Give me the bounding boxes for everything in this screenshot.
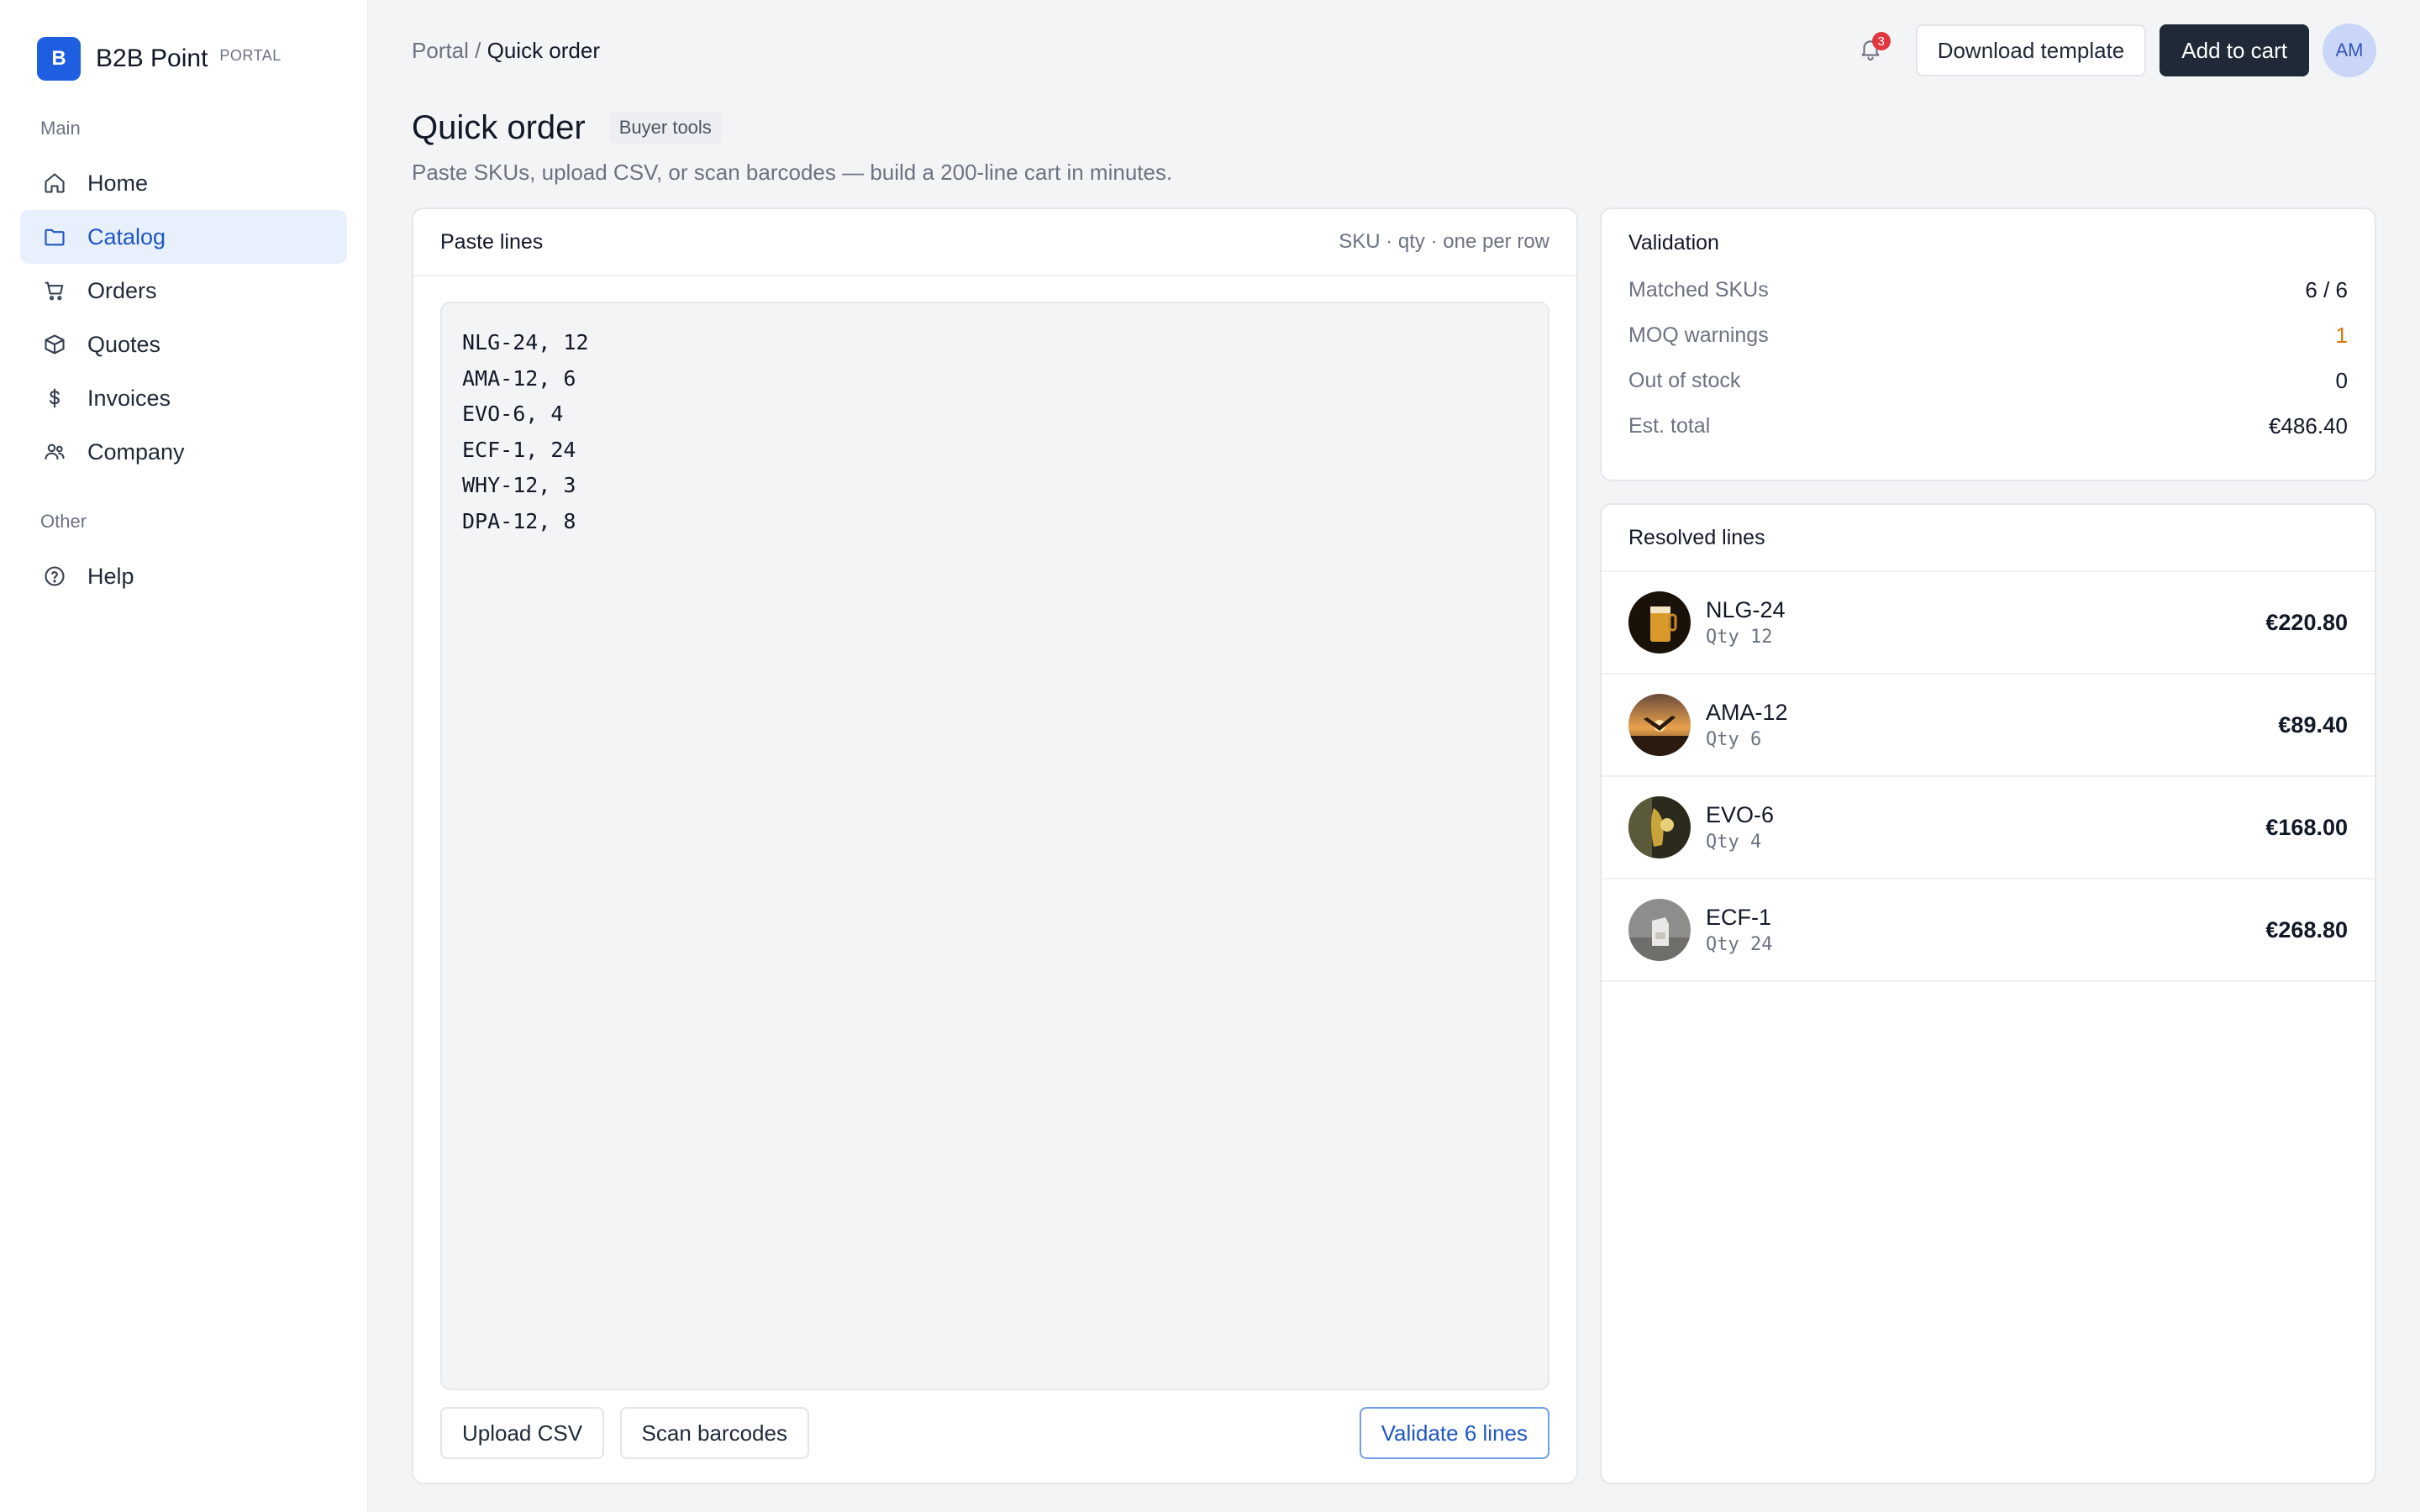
box-icon xyxy=(42,332,67,357)
line-sku: NLG-24 xyxy=(1706,597,1786,622)
nav-section-other: Other xyxy=(40,511,87,532)
paste-lines-card: Paste lines SKU · qty · one per row NLG-… xyxy=(412,207,1578,1484)
validation-label: Out of stock xyxy=(1628,368,1741,392)
validation-title: Validation xyxy=(1628,231,1719,255)
brand-logo: B xyxy=(37,37,81,81)
sidebar-item-label: Catalog xyxy=(87,223,166,249)
resolved-lines-title: Resolved lines xyxy=(1628,525,1765,549)
sidebar-item-orders[interactable]: Orders xyxy=(20,264,347,318)
validate-lines-button[interactable]: Validate 6 lines xyxy=(1359,1407,1549,1459)
line-price: €168.00 xyxy=(2265,814,2348,840)
product-thumbnail xyxy=(1628,591,1691,654)
line-sku: AMA-12 xyxy=(1706,700,1788,725)
sidebar-item-label: Help xyxy=(87,563,134,589)
paste-line: ECF-1, 24 xyxy=(462,437,576,462)
list-item[interactable]: EVO-6 Qty 4 €168.00 xyxy=(1602,777,2375,879)
paste-line: EVO-6, 4 xyxy=(462,402,564,426)
notifications-button[interactable]: 3 xyxy=(1850,30,1891,71)
download-template-button[interactable]: Download template xyxy=(1915,24,2147,76)
validation-card: Validation Matched SKUs 6 / 6 MOQ warnin… xyxy=(1600,207,2376,481)
validation-value: €486.40 xyxy=(2269,412,2348,438)
paste-line: DPA-12, 8 xyxy=(462,508,576,533)
line-sku: ECF-1 xyxy=(1706,905,1772,930)
help-circle-icon xyxy=(42,564,67,589)
nav-section-main: Main xyxy=(40,118,81,139)
buyer-tools-chip: Buyer tools xyxy=(608,112,722,144)
validation-label: MOQ warnings xyxy=(1628,323,1769,347)
sidebar: B B2B Point PORTAL Main Home Catalog Ord… xyxy=(0,0,368,1512)
product-thumbnail xyxy=(1628,694,1691,756)
sidebar-item-company[interactable]: Company xyxy=(20,425,347,479)
line-qty: Qty 12 xyxy=(1706,627,1773,648)
breadcrumb-separator: / xyxy=(475,37,481,63)
upload-csv-button[interactable]: Upload CSV xyxy=(440,1407,605,1459)
validation-value: 0 xyxy=(2335,367,2348,393)
line-qty: Qty 24 xyxy=(1706,934,1773,955)
paste-line: NLG-24, 12 xyxy=(462,330,589,354)
validation-value: 6 / 6 xyxy=(2305,276,2348,302)
users-icon xyxy=(42,439,67,465)
line-qty: Qty 6 xyxy=(1706,729,1762,750)
list-item[interactable]: NLG-24 Qty 12 €220.80 xyxy=(1602,572,2375,675)
folder-icon xyxy=(42,224,67,249)
breadcrumb: Portal / Quick order xyxy=(412,38,600,64)
cart-icon xyxy=(42,278,67,303)
page-title: Quick order xyxy=(412,108,586,146)
sidebar-item-home[interactable]: Home xyxy=(20,156,347,210)
paste-lines-hint: SKU · qty · one per row xyxy=(1339,230,1549,253)
scan-barcodes-button[interactable]: Scan barcodes xyxy=(619,1407,809,1459)
topbar: Portal / Quick order 3 Download template… xyxy=(412,0,2376,101)
list-item[interactable]: ECF-1 Qty 24 €268.80 xyxy=(1602,879,2375,982)
line-price: €89.40 xyxy=(2278,711,2348,738)
line-qty: Qty 4 xyxy=(1706,832,1762,853)
brand-tag: PORTAL xyxy=(219,46,281,64)
validation-label: Est. total xyxy=(1628,413,1711,438)
paste-line: AMA-12, 6 xyxy=(462,365,576,391)
avatar[interactable]: AM xyxy=(2323,24,2376,77)
line-sku: EVO-6 xyxy=(1706,802,1775,827)
sidebar-item-invoices[interactable]: Invoices xyxy=(20,371,347,425)
breadcrumb-current: Quick order xyxy=(487,37,601,63)
list-item[interactable]: AMA-12 Qty 6 €89.40 xyxy=(1602,675,2375,777)
paste-lines-title: Paste lines xyxy=(440,229,544,254)
dollar-icon xyxy=(42,386,67,411)
notification-badge: 3 xyxy=(1871,32,1891,50)
validation-row-moq: MOQ warnings 1 xyxy=(1628,312,2348,358)
sidebar-item-label: Company xyxy=(87,438,185,465)
product-thumbnail xyxy=(1628,796,1691,858)
home-icon xyxy=(42,171,67,196)
product-thumbnail xyxy=(1628,899,1691,961)
validation-row-matched: Matched SKUs 6 / 6 xyxy=(1628,267,2348,312)
main-content: Portal / Quick order 3 Download template… xyxy=(368,0,2420,1512)
add-to-cart-button[interactable]: Add to cart xyxy=(2160,24,2309,76)
sidebar-item-help[interactable]: Help xyxy=(20,549,347,603)
sidebar-item-label: Invoices xyxy=(87,385,171,411)
validation-value-warning: 1 xyxy=(2335,322,2348,348)
sidebar-item-label: Orders xyxy=(87,277,157,303)
sidebar-item-label: Home xyxy=(87,170,149,196)
brand[interactable]: B B2B Point PORTAL xyxy=(37,37,347,81)
validation-label: Matched SKUs xyxy=(1628,277,1769,302)
brand-name: B2B Point xyxy=(96,45,208,72)
validation-row-stock: Out of stock 0 xyxy=(1628,358,2348,403)
page-subtitle: Paste SKUs, upload CSV, or scan barcodes… xyxy=(412,160,1173,185)
validation-row-total: Est. total €486.40 xyxy=(1628,403,2348,449)
resolved-lines-card: Resolved lines NLG-24 Qty 12 €220.80 AMA… xyxy=(1600,503,2376,1484)
line-price: €220.80 xyxy=(2265,609,2348,635)
paste-line: WHY-12, 3 xyxy=(462,473,576,497)
sidebar-item-label: Quotes xyxy=(87,331,161,357)
breadcrumb-root[interactable]: Portal xyxy=(412,38,469,63)
paste-lines-textarea[interactable]: NLG-24, 12 AMA-12, 6 EVO-6, 4 ECF-1, 24 … xyxy=(440,302,1549,1390)
sidebar-item-catalog[interactable]: Catalog xyxy=(20,210,347,264)
sidebar-item-quotes[interactable]: Quotes xyxy=(20,318,347,371)
line-price: €268.80 xyxy=(2265,916,2348,942)
